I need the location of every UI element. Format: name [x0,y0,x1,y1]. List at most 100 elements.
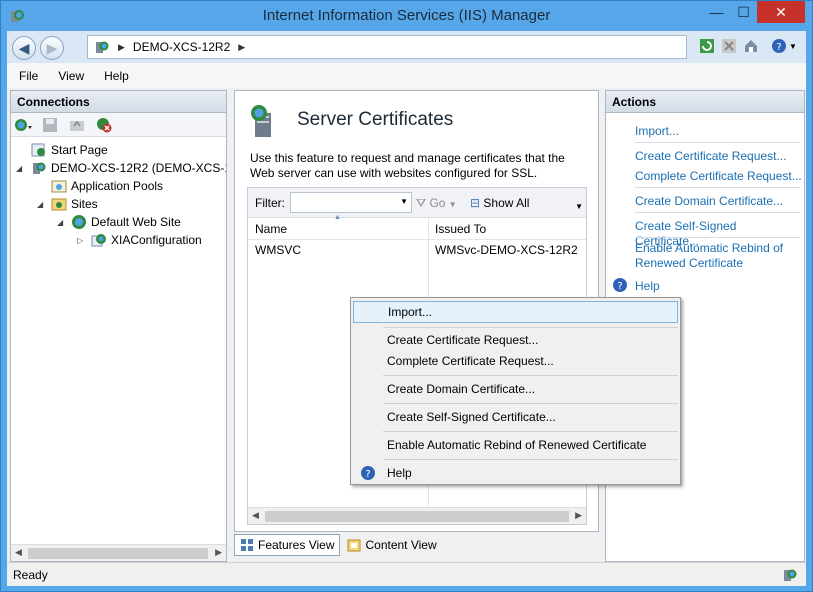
divider [635,187,800,188]
maximize-button[interactable]: ☐ [730,1,757,23]
view-tabs: Features View Content View [234,534,444,558]
divider [383,459,678,460]
grid-horizontal-scrollbar[interactable]: ◀ ▶ [248,507,586,524]
divider [635,212,800,213]
features-view-icon [241,539,253,551]
column-header-issued-to[interactable]: Issued To [435,222,486,236]
menu-item-label: Help [387,466,412,480]
column-header-name[interactable]: Name [255,222,287,236]
title-bar: Internet Information Services (IIS) Mana… [1,1,812,31]
close-button[interactable]: ✕ [757,1,805,23]
tree-item-xiaconfiguration[interactable]: XIAConfiguration [91,231,202,249]
context-menu-enable-automatic-rebind[interactable]: Enable Automatic Rebind of Renewed Certi… [353,434,678,456]
stop-icon[interactable] [719,36,739,56]
back-button[interactable]: ◀ [12,36,36,60]
filter-input[interactable]: ▼ [290,192,412,213]
divider [635,237,800,238]
menu-help[interactable]: Help [96,69,137,83]
up-level-icon[interactable] [68,117,86,133]
help-icon: ? [613,278,627,292]
server-certificates-icon [251,105,271,137]
chevron-down-icon: ▼ [448,200,457,209]
chevron-down-icon[interactable]: ▼ [400,197,408,206]
menu-file[interactable]: File [11,69,46,83]
scrollbar-thumb[interactable] [28,548,208,559]
table-row[interactable]: WMSVC WMSvc-DEMO-XCS-12R2 [248,243,586,261]
home-icon[interactable] [741,36,761,56]
context-menu-create-certificate-request[interactable]: Create Certificate Request... [353,329,678,351]
refresh-icon[interactable] [697,36,717,56]
go-button[interactable]: ⛛ Go ▼ [416,196,457,211]
tree-item-server[interactable]: DEMO-XCS-12R2 (DEMO-XCS-12 [31,159,226,177]
address-bar: ◀ ▶ ▶ DEMO-XCS-12R2 ▶ ? ▼ [7,31,806,63]
help-icon: ? [361,466,375,480]
status-text: Ready [13,567,48,582]
chevron-down-icon[interactable]: ▼ [575,202,583,211]
scroll-right-icon[interactable]: ▶ [215,547,222,558]
tree-item-label: Start Page [51,143,108,157]
collapse-arrow-icon[interactable]: ◢ [57,218,63,227]
context-menu-create-domain-certificate[interactable]: Create Domain Certificate... [353,378,678,400]
action-create-domain-certificate[interactable]: Create Domain Certificate... [635,194,803,209]
expand-arrow-icon[interactable]: ▷ [77,236,83,245]
action-enable-automatic-rebind[interactable]: Enable Automatic Rebind of Renewed Certi… [635,241,803,271]
scroll-right-icon[interactable]: ▶ [575,510,582,521]
svg-text:?: ? [365,469,370,480]
tree-item-label: DEMO-XCS-12R2 (DEMO-XCS-12 [51,161,226,175]
collapse-arrow-icon[interactable]: ◢ [16,164,22,173]
menu-item-label: Create Certificate Request... [387,333,539,347]
minimize-button[interactable]: — [703,1,730,23]
tab-features-view[interactable]: Features View [234,534,341,556]
tree-item-sites[interactable]: Sites [51,195,98,213]
scroll-left-icon[interactable]: ◀ [252,510,259,521]
connect-globe-icon[interactable] [14,117,32,133]
collapse-arrow-icon[interactable]: ◢ [37,200,43,209]
show-all-button[interactable]: ⊟ Show All [470,196,529,210]
cell-name: WMSVC [255,243,301,257]
action-import[interactable]: Import... [635,124,803,139]
scrollbar-thumb[interactable] [265,511,569,522]
forward-button[interactable]: ▶ [40,36,64,60]
context-menu-create-self-signed-certificate[interactable]: Create Self-Signed Certificate... [353,406,678,428]
action-complete-certificate-request[interactable]: Complete Certificate Request... [635,169,803,184]
filter-label: Filter: [255,196,285,210]
save-icon[interactable] [41,117,59,133]
breadcrumb-separator[interactable]: ▶ [238,42,245,53]
menu-item-label: Enable Automatic Rebind of Renewed Certi… [387,438,647,452]
tree-item-application-pools[interactable]: Application Pools [51,177,163,195]
tree-item-label: Default Web Site [91,215,181,229]
arrow-right-icon: ▶ [46,39,58,56]
context-menu-import[interactable]: Import... [353,301,678,323]
column-headers: Name ▲ Issued To [248,214,586,240]
connections-horizontal-scrollbar[interactable]: ◀ ▶ [11,544,226,561]
context-menu-help[interactable]: ? Help [353,462,678,484]
divider [383,375,678,376]
show-all-icon: ⊟ [470,196,481,210]
arrow-left-icon: ◀ [18,39,30,56]
address-field[interactable]: ▶ DEMO-XCS-12R2 ▶ [87,35,687,59]
tree-item-label: Sites [71,197,98,211]
status-bar: Ready [7,562,806,586]
globe-icon [72,215,86,229]
cell-issued-to: WMSvc-DEMO-XCS-12R2 [435,243,578,257]
server-icon [96,41,109,53]
scroll-left-icon[interactable]: ◀ [15,547,22,558]
tab-content-view[interactable]: Content View [342,534,441,556]
breadcrumb-separator: ▶ [118,41,125,52]
window-title: Internet Information Services (IIS) Mana… [262,7,551,24]
disconnect-icon[interactable] [95,117,113,133]
chevron-down-icon: ▼ [789,41,797,51]
connections-tree: Start Page ◢ DEMO-XCS-12R2 (DEMO-XCS-12 … [11,137,226,535]
tree-item-start-page[interactable]: Start Page [31,141,108,159]
menu-view[interactable]: View [50,69,92,83]
menu-item-label: Import... [388,305,433,319]
tree-item-default-web-site[interactable]: Default Web Site [71,213,181,231]
help-dropdown-button[interactable]: ? ▼ [769,36,799,56]
breadcrumb-server[interactable]: DEMO-XCS-12R2 [133,40,230,54]
connections-pane: Connections Start Page ◢ DEMO-XCS-12R2 (… [10,90,227,562]
page-title: Server Certificates [297,109,454,130]
divider [383,403,678,404]
action-help[interactable]: Help [635,279,803,294]
context-menu-complete-certificate-request[interactable]: Complete Certificate Request... [353,350,678,372]
action-create-certificate-request[interactable]: Create Certificate Request... [635,149,803,164]
